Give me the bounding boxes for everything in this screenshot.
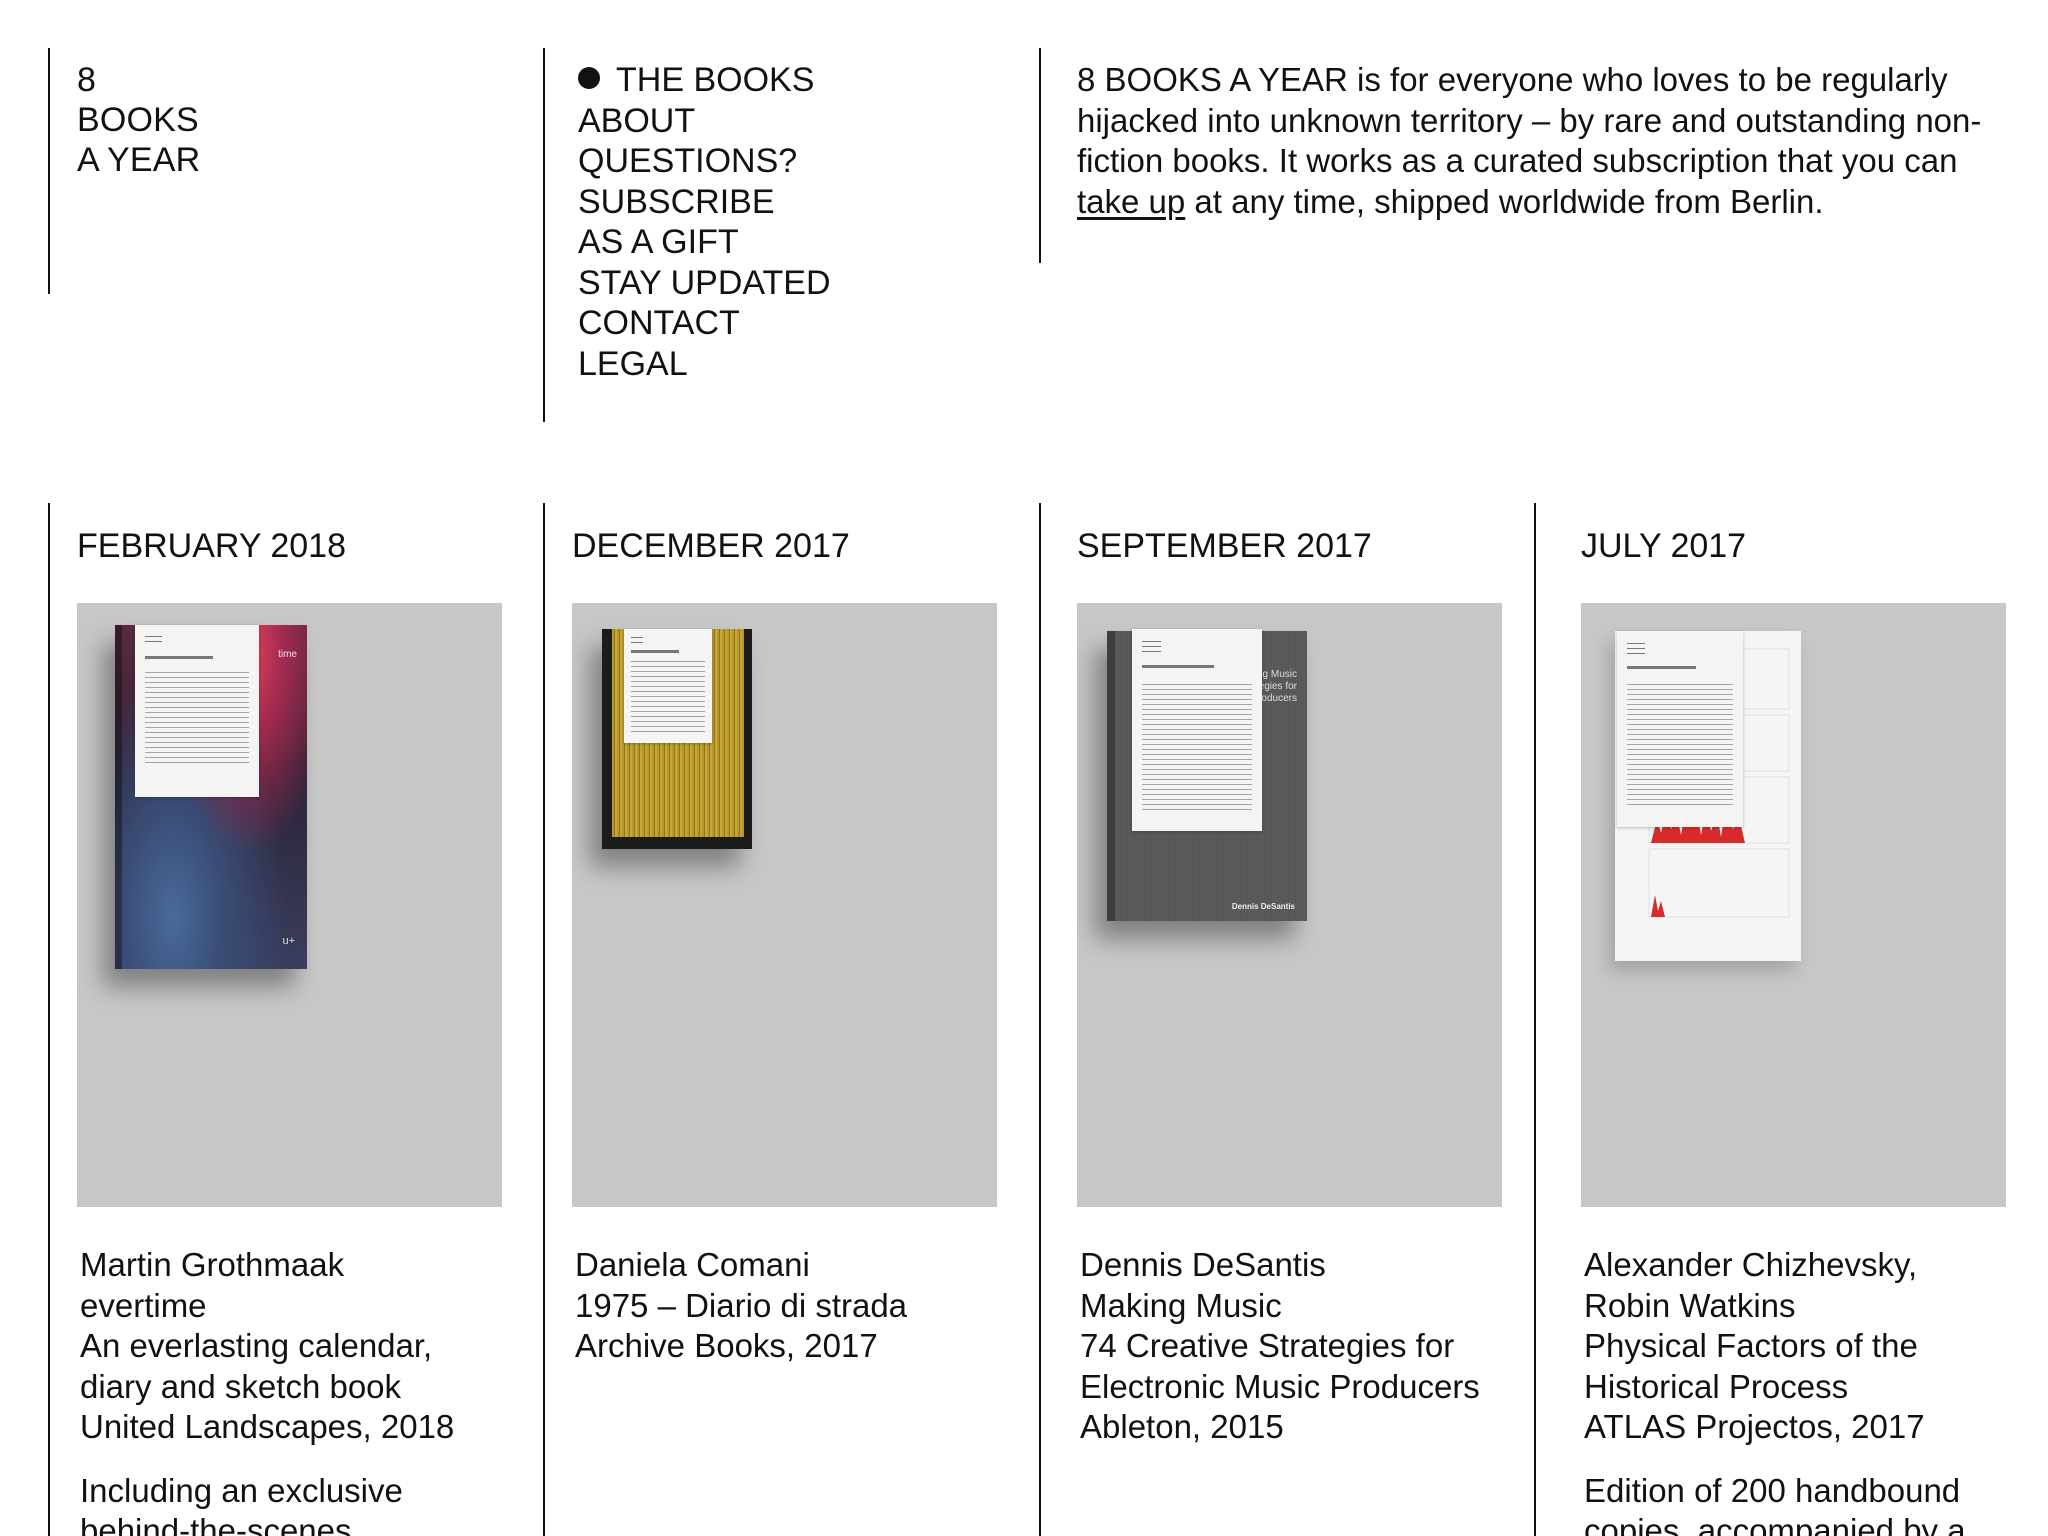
book-month: DECEMBER 2017 [572,527,850,565]
logo-line: A YEAR [77,141,201,179]
nav-item-about[interactable]: ABOUT [578,101,831,142]
nav-item-contact[interactable]: CONTACT [578,303,831,344]
page: 8 BOOKS A YEAR THE BOOKS ABOUT QUESTIONS… [0,0,2048,1536]
nav-item-label: SUBSCRIBE [578,182,775,221]
column-divider [48,503,50,1536]
book-author: Robin Watkins [1584,1286,1796,1324]
book-title: evertime [80,1286,207,1324]
book-publisher: Archive Books, 2017 [575,1327,878,1364]
book-publisher: ATLAS Projectos, 2017 [1584,1408,1925,1445]
cover-mark-text: u+ [282,935,295,947]
book-details: Daniela Comani 1975 – Diario di strada A… [575,1245,1005,1367]
nav-item-legal[interactable]: LEGAL [578,344,831,385]
book-author: Dennis DeSantis [1080,1246,1326,1283]
nav-item-the-books[interactable]: THE BOOKS [578,60,831,101]
book-publisher: United Landscapes, 2018 [80,1408,455,1445]
book-title: 1975 – Diario di strada [575,1286,908,1324]
column-divider [1039,503,1041,1536]
book-author: Daniela Comani [575,1246,810,1283]
nav-item-stay-updated[interactable]: STAY UPDATED [578,263,831,304]
nav-item-label: CONTACT [578,304,740,342]
book-note-line: copies, accompanied by a [1584,1512,1966,1536]
nav-item-as-a-gift[interactable]: AS A GIFT [578,222,831,263]
book-subtitle: diary and sketch book [80,1367,402,1405]
logo-line: 8 [77,61,97,99]
nav-item-label: QUESTIONS? [578,142,798,180]
logo-line: BOOKS [77,101,199,139]
book-month: FEBRUARY 2018 [77,527,346,565]
nav-item-subscribe[interactable]: SUBSCRIBE [578,182,831,223]
nav-item-label: ABOUT [578,101,696,140]
book-publisher: Ableton, 2015 [1080,1408,1284,1445]
nav-item-label: THE BOOKS [616,61,815,99]
book-note-line: Including an exclusive [80,1471,403,1509]
nav-item-label: AS A GIFT [578,223,739,261]
cover-title-text: time [278,649,297,660]
nav-item-questions[interactable]: QUESTIONS? [578,141,831,182]
book-month: JULY 2017 [1581,527,1747,565]
book-note: Including an exclusive behind-the-scenes [80,1471,510,1536]
book-note-line: behind-the-scenes [80,1512,352,1536]
book-cover-image[interactable]: time u+ [77,603,502,1207]
book-subtitle: Electronic Music Producers [1080,1367,1480,1405]
nav-item-label: LEGAL [578,344,688,383]
site-logo[interactable]: 8 BOOKS A YEAR [77,60,200,180]
book-note-line: Edition of 200 handbound [1584,1471,1961,1509]
insert-sheet [1132,629,1262,831]
cover-author-text: Dennis DeSantis [1231,902,1295,911]
nav-item-label: STAY UPDATED [578,263,831,302]
insert-sheet [135,625,259,797]
column-divider [543,48,545,422]
column-divider [1534,503,1536,1536]
insert-sheet [624,629,712,743]
active-indicator-icon [578,67,600,89]
book-subtitle: 74 Creative Strategies for [1080,1327,1455,1364]
book-cover-image[interactable] [1581,603,2006,1207]
book-cover-image[interactable] [572,603,997,1207]
intro-text-end: at any time, shipped worldwide from Berl… [1185,182,1824,220]
book-cover-image[interactable]: ing Music ategies for Producers Dennis D… [1077,603,1502,1207]
book-author: Martin Grothmaak [80,1246,345,1283]
column-divider [1039,48,1041,263]
column-divider [543,503,545,1536]
book-details: Martin Grothmaak evertime An everlasting… [80,1245,510,1536]
insert-sheet [1617,631,1743,827]
take-up-link[interactable]: take up [1077,183,1185,220]
book-details: Dennis DeSantis Making Music 74 Creative… [1080,1245,1510,1448]
intro-text-start: 8 BOOKS A YEAR is for everyone who loves… [1077,61,1982,179]
main-nav: THE BOOKS ABOUT QUESTIONS? SUBSCRIBE AS … [578,60,831,384]
book-title: Physical Factors of the [1584,1327,1918,1364]
book-title: Making Music [1080,1286,1282,1324]
book-note: Edition of 200 handbound copies, accompa… [1584,1471,2014,1536]
book-details: Alexander Chizhevsky, Robin Watkins Phys… [1584,1245,2014,1536]
column-divider [48,48,50,294]
book-author: Alexander Chizhevsky, [1584,1246,1918,1283]
intro-text: 8 BOOKS A YEAR is for everyone who loves… [1077,60,2017,222]
book-title: Historical Process [1584,1367,1849,1405]
book-subtitle: An everlasting calendar, [80,1327,433,1364]
book-month: SEPTEMBER 2017 [1077,527,1372,565]
